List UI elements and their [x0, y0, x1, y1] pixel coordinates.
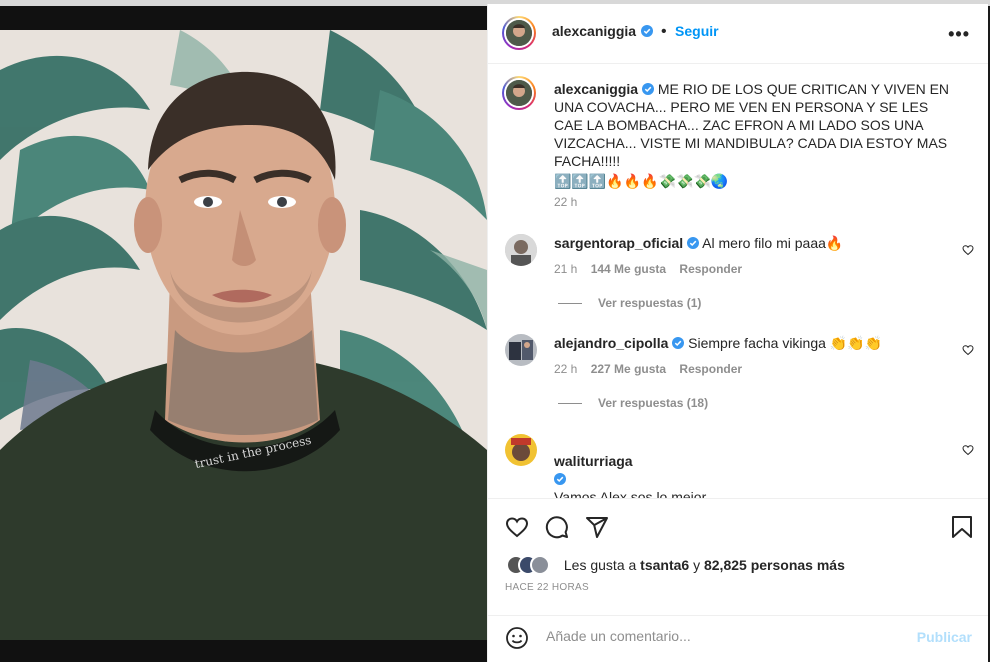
- more-options-icon[interactable]: •••: [948, 24, 970, 45]
- comment-likes[interactable]: 144 Me gusta: [591, 262, 666, 276]
- comment-avatar[interactable]: [505, 234, 537, 266]
- post-photo[interactable]: trust in the process: [0, 30, 487, 640]
- comments-list[interactable]: alexcaniggia ME RIO DE LOS QUE CRITICAN …: [488, 64, 988, 498]
- post-actions: Les gusta a tsanta6 y 82,825 personas má…: [488, 498, 988, 659]
- like-comment-heart-icon[interactable]: [962, 344, 974, 356]
- save-bookmark-icon[interactable]: [951, 515, 973, 539]
- post-timestamp[interactable]: HACE 22 HORAS: [505, 582, 589, 593]
- comment-username[interactable]: sargentorap_oficial: [554, 235, 683, 251]
- comment-username[interactable]: waliturriaga: [554, 453, 633, 469]
- caption-avatar[interactable]: [502, 76, 536, 110]
- caption-username[interactable]: alexcaniggia: [554, 81, 638, 97]
- post-header: alexcaniggia • Seguir •••: [488, 4, 988, 64]
- post-side-panel: alexcaniggia • Seguir ••• alexcaniggia M…: [487, 4, 988, 662]
- header-avatar[interactable]: [502, 16, 536, 50]
- comment-username[interactable]: alejandro_cipolla: [554, 335, 668, 351]
- publish-button[interactable]: Publicar: [917, 629, 972, 645]
- like-comment-heart-icon[interactable]: [962, 444, 974, 456]
- comment-text: Siempre facha vikinga 👏👏👏: [688, 335, 883, 351]
- view-replies-button[interactable]: Ver respuestas (1): [558, 296, 701, 310]
- emoji-smiley-icon[interactable]: [505, 626, 529, 650]
- verified-badge-icon: [687, 237, 700, 249]
- liker-username[interactable]: tsanta6: [640, 557, 689, 573]
- comment-likes[interactable]: 227 Me gusta: [591, 362, 666, 376]
- view-replies-label: Ver respuestas (1): [598, 296, 702, 310]
- like-heart-icon[interactable]: [505, 515, 529, 539]
- caption-emojis: 🔝🔝🔝🔥🔥🔥💸💸💸🌏: [554, 173, 729, 189]
- verified-badge-icon: [640, 25, 653, 37]
- replies-divider: [558, 303, 582, 305]
- header-username[interactable]: alexcaniggia: [552, 23, 636, 39]
- caption-time: 22 h: [554, 195, 578, 209]
- comment-2: alejandro_cipolla Siempre facha vikinga …: [554, 334, 956, 352]
- like-comment-heart-icon[interactable]: [962, 244, 974, 256]
- comment-text: Vamos Alex sos lo mejor con esa mandíbul…: [554, 489, 707, 498]
- comment-bubble-icon[interactable]: [545, 515, 569, 539]
- selfie-image: [0, 30, 487, 640]
- verified-badge-icon: [641, 83, 654, 95]
- replies-divider: [558, 403, 582, 405]
- likes-joiner: y: [693, 557, 701, 573]
- liker-avatars-image: [506, 555, 550, 575]
- comment-time[interactable]: 22 h: [554, 362, 577, 376]
- verified-badge-icon: [672, 337, 685, 349]
- view-replies-label: Ver respuestas (18): [598, 396, 709, 410]
- comment-meta: 21 h 144 Me gusta Responder: [554, 262, 742, 276]
- comment-avatar[interactable]: [505, 434, 537, 466]
- header-user: alexcaniggia • Seguir: [552, 23, 719, 40]
- comment-meta: 22 h 227 Me gusta Responder: [554, 362, 742, 376]
- reply-button[interactable]: Responder: [679, 262, 742, 276]
- likes-count[interactable]: 82,825 personas más: [704, 557, 845, 573]
- reply-button[interactable]: Responder: [679, 362, 742, 376]
- photo-letterbox-bottom: [0, 640, 487, 662]
- likes-prefix: Les gusta a: [563, 557, 637, 573]
- likes-summary: Les gusta a tsanta6 y 82,825 personas má…: [506, 555, 845, 575]
- comment-1: sargentorap_oficial Al mero filo mi paaa…: [554, 234, 956, 252]
- comment-3: waliturriaga Vamos Alex sos lo mejor con…: [554, 434, 956, 498]
- caption: alexcaniggia ME RIO DE LOS QUE CRITICAN …: [554, 80, 956, 190]
- view-replies-button[interactable]: Ver respuestas (18): [558, 396, 708, 410]
- verified-badge-icon: [554, 473, 566, 485]
- share-paper-plane-icon[interactable]: [585, 515, 609, 539]
- comment-input[interactable]: [544, 627, 908, 645]
- comment-text: Al mero filo mi paaa🔥: [702, 235, 844, 251]
- caption-avatar-image: [506, 80, 532, 106]
- photo-letterbox-top: [0, 6, 487, 30]
- instagram-post-modal: trust in the process alexcaniggia • Segu…: [0, 0, 990, 662]
- follow-button[interactable]: Seguir: [675, 23, 719, 39]
- avatar-image: [506, 20, 532, 46]
- comment-time[interactable]: 21 h: [554, 262, 577, 276]
- add-comment-bar: Publicar: [488, 615, 988, 659]
- comment-avatar[interactable]: [505, 334, 537, 366]
- liker-avatars[interactable]: [506, 555, 554, 575]
